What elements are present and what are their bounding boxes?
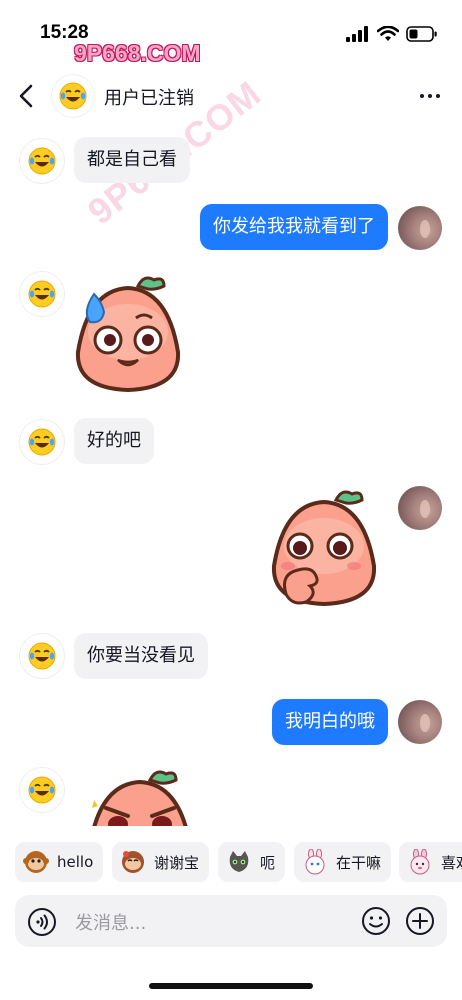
quick-reply-bar: hello 谢谢宝 呃 在干嘛 喜欢 [0, 840, 462, 884]
quick-reply-label: 在干嘛 [336, 853, 382, 872]
peach-angry-sticker[interactable] [80, 766, 200, 826]
contact-avatar-small[interactable] [20, 768, 64, 812]
quick-reply-label: 谢谢宝 [154, 853, 200, 872]
quick-reply-chip[interactable]: 喜欢 [399, 842, 462, 882]
quick-reply-label: 喜欢 [441, 853, 462, 872]
quick-reply-chip[interactable]: 在干嘛 [294, 842, 392, 882]
pink-bunny-icon [407, 849, 433, 875]
emoji-icon[interactable] [361, 906, 391, 936]
monkey-thanks-icon [120, 849, 146, 875]
message-row [0, 0, 462, 826]
cat-icon [226, 849, 252, 875]
quick-reply-chip[interactable]: hello [15, 842, 104, 882]
laughing-emoji-icon [28, 776, 56, 804]
plus-icon[interactable] [405, 906, 435, 936]
voice-input-icon[interactable] [27, 907, 57, 937]
message-input-bar: 发消息... [15, 895, 447, 947]
quick-reply-chip[interactable]: 呃 [218, 842, 286, 882]
quick-reply-label: hello [57, 853, 94, 871]
monkey-icon [23, 849, 49, 875]
bunny-icon [302, 849, 328, 875]
message-input[interactable]: 发消息... [75, 909, 146, 935]
home-indicator[interactable] [149, 983, 313, 989]
quick-reply-chip[interactable]: 谢谢宝 [112, 842, 210, 882]
quick-reply-label: 呃 [260, 853, 276, 872]
